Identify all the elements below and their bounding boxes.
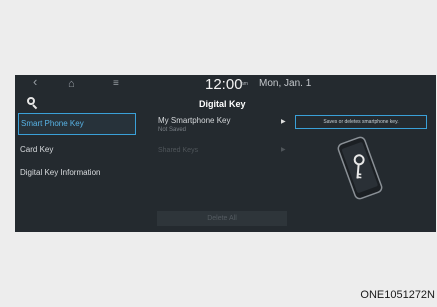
menu-icon[interactable]: ≡ [113,78,119,90]
figure-code: ONE1051272N [360,289,435,301]
my-smartphone-key-title[interactable]: My Smartphone Key [158,116,230,126]
delete-all-button[interactable]: Delete All [157,211,287,226]
shared-keys-item[interactable]: Shared Keys [158,146,198,155]
status-date: Mon, Jan. 1 [259,78,312,89]
my-smartphone-key-status: Not Saved [158,127,187,133]
home-icon[interactable]: ⌂ [68,78,75,90]
shared-keys-arrow-icon: ▶ [281,147,286,153]
infotainment-screen: ‹ ⌂ ≡ 12:00 am Mon, Jan. 1 Digital Key S… [15,75,436,232]
status-bar: ‹ ⌂ ≡ 12:00 am Mon, Jan. 1 [15,75,436,95]
my-smartphone-key-arrow-icon[interactable]: ▶ [281,118,286,126]
search-icon[interactable] [27,97,38,110]
clock-ampm: am [241,81,248,87]
sidebar-item-smart-phone-key[interactable]: Smart Phone Key [18,113,136,135]
search-icon-handle [32,104,38,110]
phone-key-icon [337,136,383,200]
clock-time: 12:00 [205,76,243,93]
page-title: Digital Key [199,99,246,109]
help-tooltip: Saves or deletes smartphone key. [295,115,427,129]
sidebar-item-digital-key-information[interactable]: Digital Key Information [18,162,136,184]
sidebar-item-card-key[interactable]: Card Key [18,139,136,161]
back-arrow-icon[interactable]: ‹ [33,75,37,88]
